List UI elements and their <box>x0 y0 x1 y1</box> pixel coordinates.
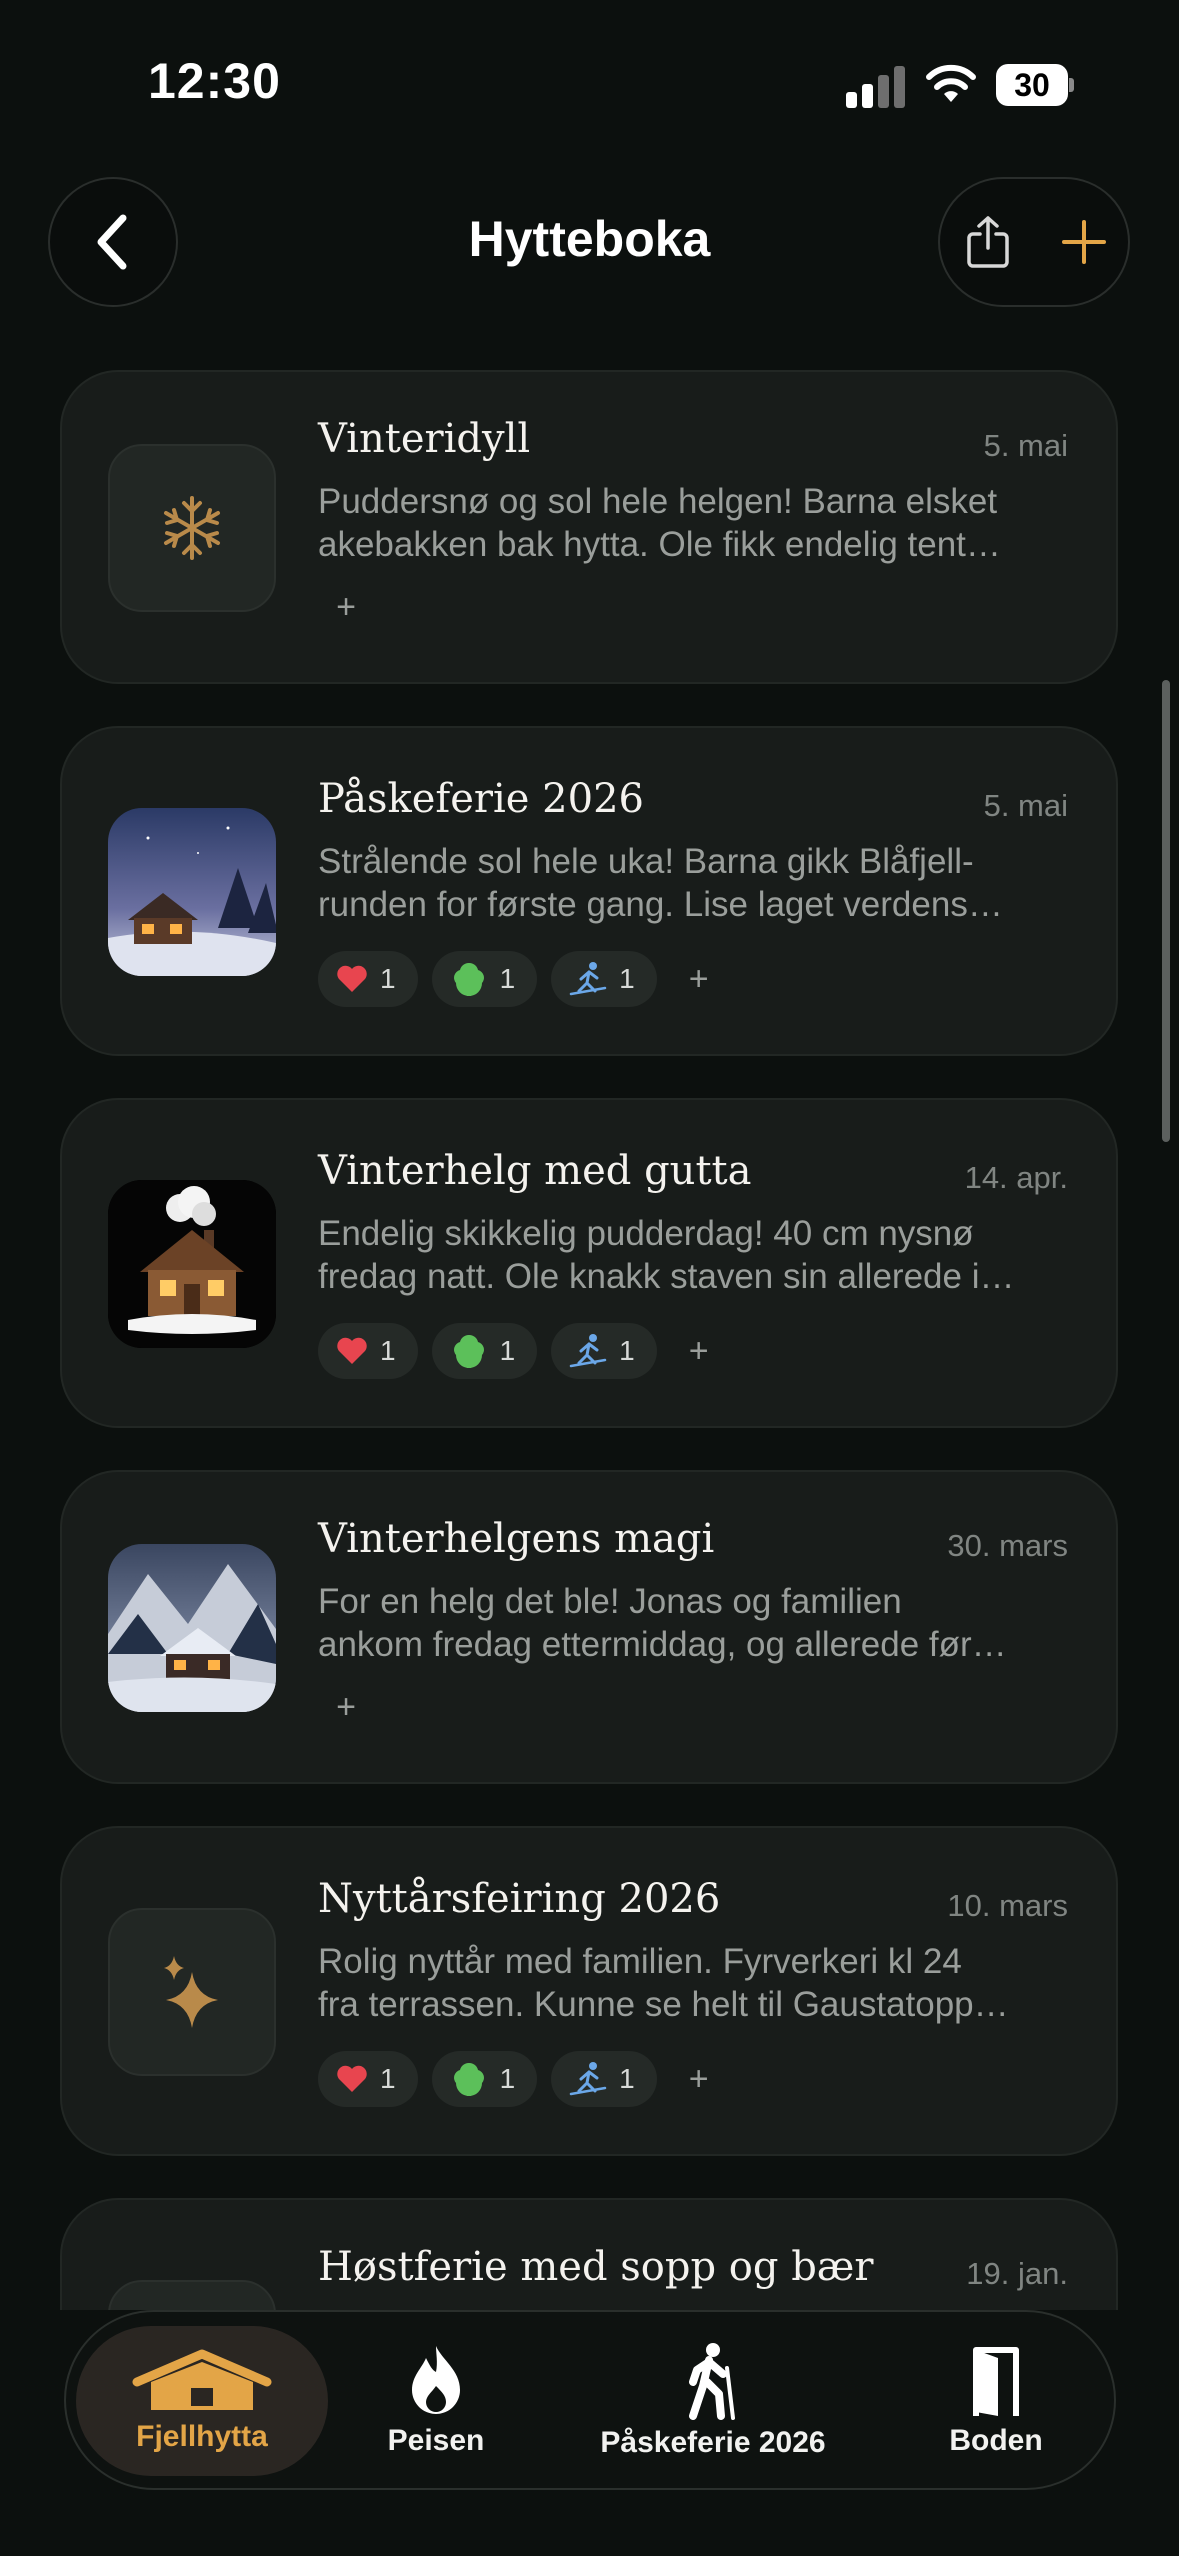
tab-fjellhytta[interactable]: Fjellhytta <box>76 2326 328 2476</box>
add-reaction-button[interactable]: + <box>671 951 727 1007</box>
entry-excerpt: Puddersnø og sol hele helgen! Barna elsk… <box>318 482 1001 564</box>
cabin-chimney-image <box>108 1180 276 1348</box>
entry-card[interactable]: Nyttårsfeiring 2026 10. mars Rolig nyttå… <box>60 1826 1118 2156</box>
tab-paskeferie[interactable]: Påskeferie 2026 <box>578 2326 848 2476</box>
entry-date: 5. mai <box>983 428 1068 463</box>
entry-card[interactable]: Vinterhelgens magi 30. mars For en helg … <box>60 1470 1118 1784</box>
reaction-bar: 1 1 1 + <box>318 1322 727 1380</box>
wifi-icon <box>926 64 976 102</box>
plus-icon <box>1062 220 1106 264</box>
reaction-tree[interactable]: 1 <box>431 1323 538 1379</box>
entry-title: Vinteridyll <box>318 416 531 462</box>
skier-icon <box>569 962 607 996</box>
heart-icon <box>337 1337 367 1364</box>
reaction-bar: 1 1 1 + <box>318 2050 727 2108</box>
share-button[interactable] <box>940 179 1036 305</box>
tab-peisen[interactable]: Peisen <box>366 2326 506 2476</box>
battery-level: 30 <box>996 64 1068 106</box>
signal-icon <box>846 64 906 108</box>
reaction-heart[interactable]: 1 <box>318 1323 418 1379</box>
cabin-mountain-image <box>108 1544 276 1712</box>
tab-label: Boden <box>949 2424 1043 2457</box>
reaction-bar: + <box>318 578 374 636</box>
tree-icon <box>453 962 484 996</box>
reaction-bar: 1 1 1 + <box>318 950 727 1008</box>
entry-list: Vinteridyll 5. mai Puddersnø og sol hele… <box>0 370 1179 2310</box>
tree-icon <box>453 2062 484 2096</box>
add-reaction-button[interactable]: + <box>671 2051 727 2107</box>
add-reaction-button[interactable]: + <box>318 579 374 635</box>
entry-date: 5. mai <box>983 788 1068 823</box>
add-reaction-button[interactable]: + <box>671 1323 727 1379</box>
entry-card[interactable]: Vinterhelg med gutta 14. apr. Endelig sk… <box>60 1098 1118 1428</box>
skier-icon <box>569 2062 607 2096</box>
reaction-heart[interactable]: 1 <box>318 2051 418 2107</box>
entry-excerpt: Endelig skikkelig pudderdag! 40 cm nysnø… <box>318 1214 1015 1296</box>
entry-excerpt: For en helg det ble! Jonas og familien an… <box>318 1582 1007 1664</box>
status-bar: 12:30 30 <box>0 0 1179 170</box>
tab-bar: Fjellhytta Peisen Påskeferie 2026 Boden <box>64 2310 1116 2490</box>
sparkles-icon <box>108 1908 276 2076</box>
entry-title: Vinterhelgens magi <box>318 1516 715 1562</box>
header-actions <box>938 177 1130 307</box>
reaction-tree[interactable]: 1 <box>431 2051 538 2107</box>
skier-icon <box>569 1334 607 1368</box>
reaction-heart[interactable]: 1 <box>318 951 418 1007</box>
add-entry-button[interactable] <box>1036 179 1132 305</box>
reaction-bar: + <box>318 1678 374 1736</box>
reaction-skier[interactable]: 1 <box>551 1323 657 1379</box>
status-time: 12:30 <box>148 53 281 109</box>
add-reaction-button[interactable]: + <box>318 1679 374 1735</box>
entry-card[interactable]: Høstferie med sopp og bær 19. jan. <box>60 2198 1118 2310</box>
entry-title: Vinterhelg med gutta <box>318 1148 752 1194</box>
entry-title: Nyttårsfeiring 2026 <box>318 1876 721 1922</box>
scrollbar[interactable] <box>1162 680 1170 1142</box>
flame-icon <box>412 2346 460 2414</box>
entry-excerpt: Rolig nyttår med familien. Fyrverkeri kl… <box>318 1942 1009 2024</box>
entry-date: 14. apr. <box>964 1160 1068 1195</box>
entry-title: Høstferie med sopp og bær <box>318 2244 874 2290</box>
entry-title: Påskeferie 2026 <box>318 776 644 822</box>
reaction-skier[interactable]: 1 <box>551 951 657 1007</box>
entry-thumbnail <box>108 2280 276 2310</box>
snowflake-icon <box>108 444 276 612</box>
entry-date: 19. jan. <box>966 2256 1068 2291</box>
reaction-tree[interactable]: 1 <box>431 951 538 1007</box>
share-icon <box>967 216 1009 268</box>
door-icon <box>973 2347 1019 2416</box>
entry-date: 10. mars <box>947 1888 1068 1923</box>
tab-label: Fjellhytta <box>136 2420 268 2453</box>
tree-icon <box>453 1334 484 1368</box>
cabin-night-image <box>108 808 276 976</box>
entry-excerpt: Strålende sol hele uka! Barna gikk Blåfj… <box>318 842 1003 924</box>
reaction-skier[interactable]: 1 <box>551 2051 657 2107</box>
hiker-icon <box>689 2343 735 2420</box>
battery-icon: 30 <box>996 64 1074 106</box>
cabin-icon <box>132 2349 272 2410</box>
heart-icon <box>337 965 367 992</box>
entry-date: 30. mars <box>947 1528 1068 1563</box>
entry-card[interactable]: Påskeferie 2026 5. mai Strålende sol hel… <box>60 726 1118 1056</box>
tab-boden[interactable]: Boden <box>926 2326 1066 2476</box>
tab-label: Påskeferie 2026 <box>600 2426 826 2459</box>
entry-card[interactable]: Vinteridyll 5. mai Puddersnø og sol hele… <box>60 370 1118 684</box>
heart-icon <box>337 2065 367 2092</box>
tab-label: Peisen <box>387 2424 485 2457</box>
